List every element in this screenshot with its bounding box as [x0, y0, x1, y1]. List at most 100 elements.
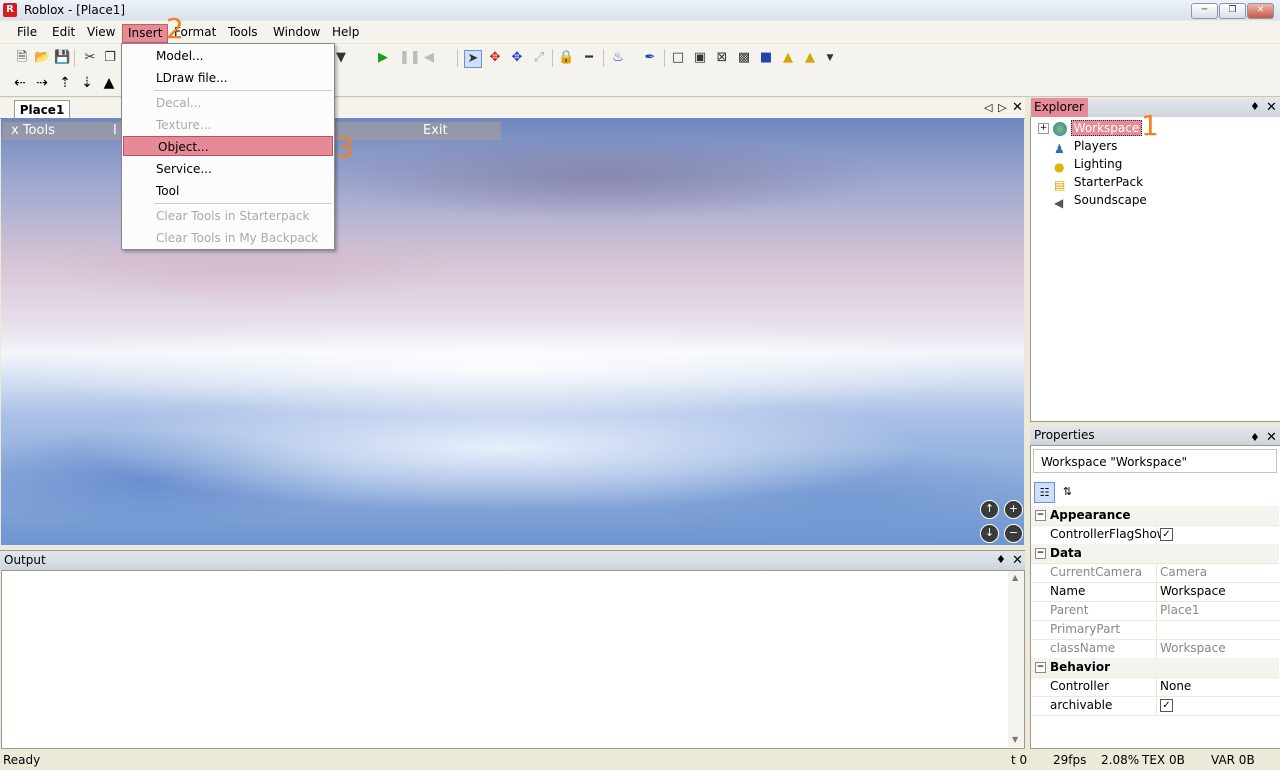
archivable-checkbox[interactable]: ✓ [1160, 699, 1173, 712]
toolbar-separator [457, 49, 458, 67]
minimize-button[interactable]: ─ [1191, 3, 1218, 19]
camera-right-icon[interactable]: ⇢ [34, 75, 50, 91]
tree-label-soundscape: Soundscape [1073, 193, 1147, 207]
select-arrow-icon[interactable]: ➤ [464, 50, 482, 68]
menu-item-model[interactable]: Model... [122, 46, 334, 66]
close-window-button[interactable]: ✕ [1247, 3, 1274, 19]
dropdown-arrow-icon[interactable]: ▼ [333, 50, 349, 66]
close-output-icon[interactable]: ✕ [1012, 553, 1023, 568]
move-icon[interactable]: ✥ [487, 50, 503, 66]
camera-top-icon[interactable]: ▲ [101, 75, 117, 91]
surface-inlet-icon[interactable]: ■ [758, 50, 774, 66]
menu-window[interactable]: Window [268, 24, 325, 41]
play-icon[interactable]: ▶ [375, 50, 391, 66]
output-panel-header: Output ♦ ✕ [0, 550, 1025, 570]
alphabetical-sort-icon[interactable]: ⇅ [1058, 482, 1077, 501]
menu-help[interactable]: Help [327, 24, 364, 41]
camera-tilt-down-icon[interactable]: ↓ [980, 524, 999, 543]
tree-item-workspace[interactable]: + Workspace [1038, 119, 1143, 137]
tree-item-players[interactable]: ♟ Players [1054, 137, 1118, 156]
viewport-tools-button[interactable]: x Tools [11, 122, 55, 140]
zoom-in-icon[interactable]: + [1004, 500, 1023, 519]
menu-item-object[interactable]: Object... [123, 136, 333, 156]
property-row[interactable]: Controller None [1031, 677, 1279, 697]
collapse-icon[interactable]: − [1035, 662, 1046, 673]
annotation-1: 1 [1141, 109, 1159, 142]
menu-item-decal: Decal... [156, 96, 202, 110]
category-appearance[interactable]: − Appearance [1031, 506, 1279, 526]
menu-edit[interactable]: Edit [47, 24, 80, 41]
menu-tools[interactable]: Tools [223, 24, 263, 41]
categorized-view-icon[interactable]: ☷ [1034, 482, 1055, 503]
scroll-down-icon[interactable]: ▼ [1012, 735, 1018, 744]
menu-item-service[interactable]: Service... [122, 159, 334, 179]
controllerflagshow-checkbox[interactable]: ✓ [1160, 528, 1173, 541]
tree-item-lighting[interactable]: ● Lighting [1054, 155, 1122, 174]
property-row[interactable]: ControllerFlagShow ✓ [1031, 525, 1279, 545]
controller-value-field[interactable]: None [1160, 677, 1191, 696]
tab-scroll-right-icon[interactable]: ▷ [998, 101, 1006, 114]
status-time: t 0 [1011, 753, 1028, 767]
tree-item-starterpack[interactable]: ▤ StarterPack [1054, 173, 1144, 192]
restore-button[interactable]: ❐ [1219, 3, 1246, 19]
surface-glue-icon[interactable]: ▣ [692, 50, 708, 66]
toolbar-overflow-icon[interactable]: ▼ [822, 50, 838, 66]
paint-bucket-icon[interactable]: ♨ [610, 50, 626, 66]
category-data[interactable]: − Data [1031, 544, 1279, 564]
new-file-icon[interactable]: 🗎 [14, 50, 30, 66]
anchor-icon[interactable]: ━ [581, 50, 597, 66]
pin-icon[interactable]: ♦ [1250, 100, 1260, 113]
zoom-out-icon[interactable]: − [1004, 524, 1023, 543]
menu-item-tool[interactable]: Tool [122, 181, 334, 201]
rotate-icon[interactable]: ⤢ [531, 50, 547, 66]
pause-icon[interactable]: ❚❚ [399, 50, 421, 66]
surface-smooth-icon[interactable]: □ [670, 50, 686, 66]
pin-icon[interactable]: ♦ [996, 553, 1006, 566]
collapse-icon[interactable]: − [1035, 510, 1046, 521]
folder-icon: ▤ [1054, 177, 1066, 192]
tab-place1[interactable]: Place1 [14, 100, 70, 119]
name-value-field[interactable]: Workspace [1160, 582, 1226, 601]
light-bulb-icon: ● [1054, 159, 1065, 174]
tab-scroll-left-icon[interactable]: ◁ [984, 101, 992, 114]
cut-icon[interactable]: ✂ [82, 50, 98, 66]
category-behavior[interactable]: − Behavior [1031, 658, 1279, 678]
dropper-icon[interactable]: ✒ [642, 50, 658, 66]
viewport-exit-button[interactable]: Exit [423, 122, 448, 140]
expand-icon[interactable]: + [1038, 123, 1049, 134]
camera-down-icon[interactable]: ⇣ [79, 75, 95, 91]
close-tab-icon[interactable]: ✕ [1012, 100, 1023, 115]
property-row[interactable]: Name Workspace [1031, 582, 1279, 602]
menu-item-ldraw-file[interactable]: LDraw file... [122, 68, 334, 88]
surface-motor-icon[interactable]: ▲ [802, 50, 818, 66]
camera-tilt-up-icon[interactable]: ↑ [980, 500, 999, 519]
camera-up-icon[interactable]: ⇡ [57, 75, 73, 91]
tree-label-workspace: Workspace [1070, 120, 1143, 136]
copy-icon[interactable]: ❐ [102, 50, 118, 66]
menu-insert[interactable]: Insert [122, 24, 169, 43]
surface-weld-icon[interactable]: ⊠ [714, 50, 730, 66]
resize-icon[interactable]: ✥ [509, 50, 525, 66]
lock-icon[interactable]: 🔒 [558, 50, 574, 66]
property-row[interactable]: archivable ✓ [1031, 696, 1279, 716]
open-folder-icon[interactable]: 📂 [34, 50, 50, 66]
tree-label-starterpack: StarterPack [1073, 175, 1144, 189]
viewport-insert-button[interactable]: I [113, 122, 117, 140]
menu-file[interactable]: File [12, 24, 42, 41]
surface-studs-icon[interactable]: ▩ [736, 50, 752, 66]
tree-label-players: Players [1073, 139, 1118, 153]
output-scrollbar[interactable]: ▲ ▼ [1008, 571, 1024, 747]
property-row: Parent Place1 [1031, 601, 1279, 621]
surface-hinge-icon[interactable]: ▲ [780, 50, 796, 66]
reset-icon[interactable]: ◀ [421, 50, 437, 66]
camera-left-icon[interactable]: ⇠ [12, 75, 28, 91]
collapse-icon[interactable]: − [1035, 548, 1046, 559]
output-console[interactable] [1, 570, 1025, 749]
scroll-up-icon[interactable]: ▲ [1012, 573, 1018, 582]
output-title: Output [4, 553, 46, 567]
toolbar-separator [74, 49, 75, 67]
close-explorer-icon[interactable]: ✕ [1266, 100, 1277, 115]
menu-view[interactable]: View [82, 24, 120, 41]
tree-item-soundscape[interactable]: ◀ Soundscape [1054, 191, 1147, 210]
save-icon[interactable]: 💾 [54, 50, 70, 66]
